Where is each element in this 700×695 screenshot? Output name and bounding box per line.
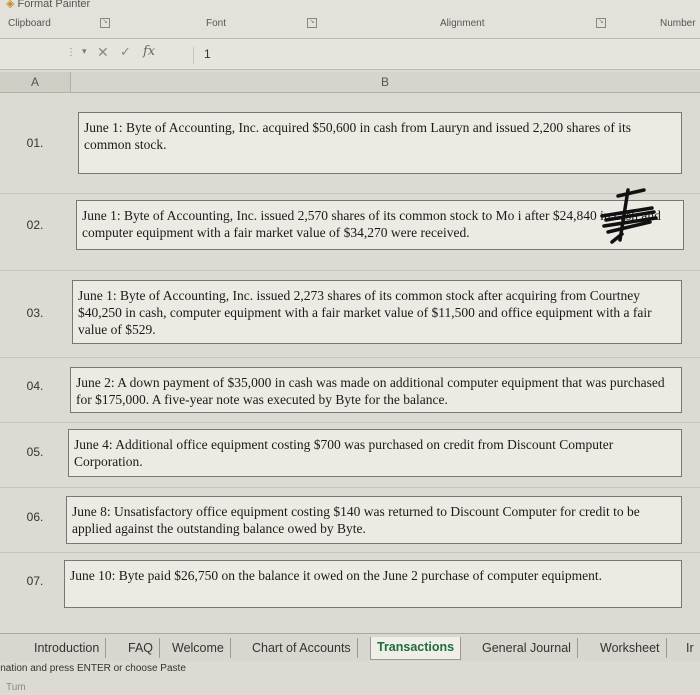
row-divider bbox=[0, 422, 700, 423]
row-number: 03. bbox=[26, 306, 44, 320]
transaction-cell[interactable]: June 1: Byte of Accounting, Inc. issued … bbox=[76, 200, 684, 250]
number-group-label: Number bbox=[660, 18, 696, 29]
formula-bar: ⋮ ▾ ✕ ✓ fx 1 bbox=[0, 39, 700, 70]
row-divider bbox=[0, 487, 700, 488]
clipboard-launcher-icon[interactable]: ↘ bbox=[100, 18, 110, 28]
tab-worksheet[interactable]: Worksheet bbox=[594, 638, 667, 658]
transaction-cell[interactable]: June 1: Byte of Accounting, Inc. issued … bbox=[72, 280, 682, 344]
column-header-b[interactable]: B bbox=[70, 72, 700, 92]
transaction-cell[interactable]: June 2: A down payment of $35,000 in cas… bbox=[70, 367, 682, 413]
transaction-cell[interactable]: June 10: Byte paid $26,750 on the balanc… bbox=[64, 560, 682, 608]
row-divider bbox=[0, 552, 700, 553]
tab-faq[interactable]: FAQ bbox=[122, 638, 161, 658]
alignment-launcher-icon[interactable]: ↘ bbox=[596, 18, 606, 28]
check-icon[interactable]: ✓ bbox=[120, 44, 131, 60]
table-row: 06. June 8: Unsatisfactory office equipm… bbox=[0, 496, 700, 544]
transaction-cell[interactable]: June 8: Unsatisfactory office equipment … bbox=[66, 496, 682, 544]
tab-introduction[interactable]: Introduction bbox=[28, 638, 107, 658]
fx-icon[interactable]: fx bbox=[143, 44, 155, 59]
table-row: 02. June 1: Byte of Accounting, Inc. iss… bbox=[0, 200, 700, 250]
alignment-group-label: Alignment bbox=[440, 18, 485, 29]
status-bar: ination and press ENTER or choose Paste … bbox=[0, 661, 700, 695]
transaction-cell[interactable]: June 1: Byte of Accounting, Inc. acquire… bbox=[78, 112, 682, 174]
paintbrush-icon: ◈ bbox=[6, 0, 15, 10]
row-number: 07. bbox=[26, 574, 44, 588]
x-icon[interactable]: ✕ bbox=[97, 44, 109, 61]
grip-icon: ⋮ bbox=[66, 47, 76, 58]
row-number: 01. bbox=[26, 136, 44, 150]
row-number: 02. bbox=[26, 218, 44, 232]
tab-more[interactable]: Ir bbox=[680, 638, 700, 658]
row-divider bbox=[0, 357, 700, 358]
row-divider bbox=[0, 193, 700, 194]
status-submessage: Tum bbox=[6, 682, 26, 693]
table-row: 03. June 1: Byte of Accounting, Inc. iss… bbox=[0, 280, 700, 344]
status-message: ination and press ENTER or choose Paste bbox=[0, 663, 186, 674]
sheet-tabs: Introduction FAQ Welcome Chart of Accoun… bbox=[0, 633, 700, 661]
row-number: 05. bbox=[26, 445, 44, 459]
font-group-label: Font bbox=[206, 18, 227, 29]
column-header-bar: A B bbox=[0, 72, 700, 93]
row-divider bbox=[0, 270, 700, 271]
row-number: 04. bbox=[26, 379, 44, 393]
table-row: 05. June 4: Additional office equipment … bbox=[0, 429, 700, 477]
ribbon: ◈ Format Painter Clipboard ↘ Font ↘ Align… bbox=[0, 0, 700, 39]
scribble-redaction bbox=[600, 188, 658, 244]
clipboard-group-label: Clipboard bbox=[8, 18, 51, 29]
tab-welcome[interactable]: Welcome bbox=[166, 638, 231, 658]
table-row: 01. June 1: Byte of Accounting, Inc. acq… bbox=[0, 112, 700, 174]
chevron-down-icon[interactable]: ▾ bbox=[82, 46, 87, 57]
column-header-a[interactable]: A bbox=[0, 72, 71, 92]
transaction-cell[interactable]: June 4: Additional office equipment cost… bbox=[68, 429, 682, 477]
table-row: 04. June 2: A down payment of $35,000 in… bbox=[0, 367, 700, 413]
row-number: 06. bbox=[26, 510, 44, 524]
tab-transactions[interactable]: Transactions bbox=[370, 637, 462, 660]
tab-chart-of-accounts[interactable]: Chart of Accounts bbox=[246, 638, 358, 658]
table-row: 07. June 10: Byte paid $26,750 on the ba… bbox=[0, 560, 700, 608]
tab-general-journal[interactable]: General Journal bbox=[476, 638, 578, 658]
formula-input[interactable]: 1 bbox=[193, 47, 698, 64]
format-painter-button[interactable]: ◈ Format Painter bbox=[6, 0, 90, 10]
font-launcher-icon[interactable]: ↘ bbox=[307, 18, 317, 28]
